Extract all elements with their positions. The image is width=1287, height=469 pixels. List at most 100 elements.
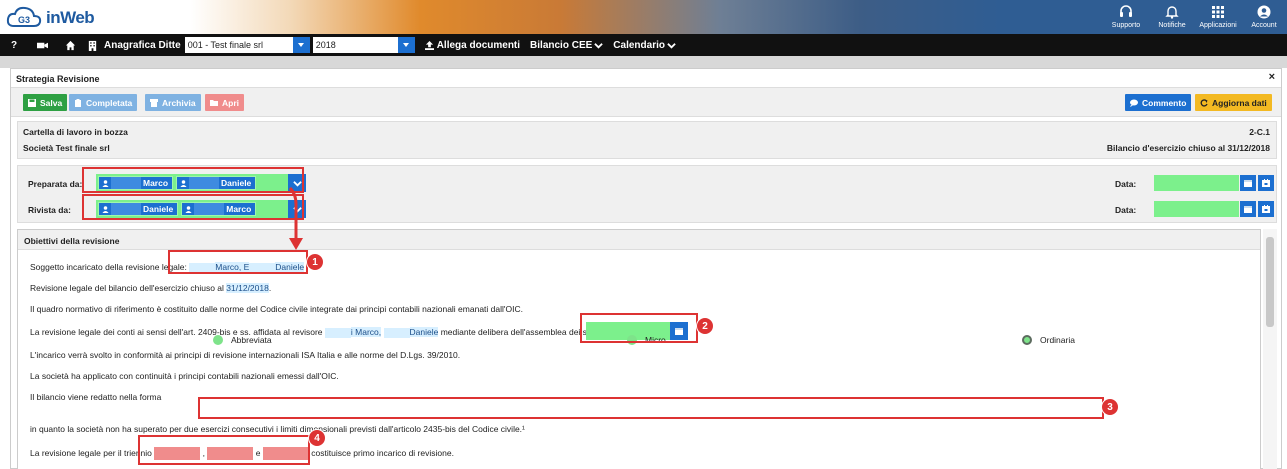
account-button[interactable]: Account xyxy=(1241,0,1287,34)
rivista-today-button[interactable] xyxy=(1258,201,1274,217)
annotation-rect-2 xyxy=(580,313,698,343)
support-button[interactable]: Supporto xyxy=(1103,0,1149,34)
radio-ordinaria-label: Ordinaria xyxy=(1040,335,1075,345)
obiettivi-header: Obiettivi della revisione xyxy=(18,230,1260,250)
caret-down-icon xyxy=(298,43,305,47)
annotation-arrow xyxy=(288,186,303,250)
top-actions: Supporto Notifiche Applicazioni Account xyxy=(1103,0,1287,34)
apps-button[interactable]: Applicazioni xyxy=(1195,0,1241,34)
preparata-date-label: Data: xyxy=(1115,179,1137,189)
chevron-down-icon xyxy=(667,42,676,49)
revisione-date: 31/12/2018 xyxy=(226,283,269,293)
completata-button[interactable]: Completata xyxy=(69,94,138,111)
main-navbar: ? Anagrafica Ditte 001 - Test finale srl… xyxy=(0,34,1287,56)
refresh-icon xyxy=(1200,98,1208,107)
bilancio-label: Bilancio CEE xyxy=(530,39,593,51)
salva-label: Salva xyxy=(40,97,63,108)
radio-abbreviata-label: Abbreviata xyxy=(231,335,272,345)
cloud-logo-icon: G3 xyxy=(6,6,42,27)
radio-abbreviata[interactable]: Abbreviata xyxy=(213,335,272,345)
apps-label: Applicazioni xyxy=(1199,22,1237,29)
video-button[interactable] xyxy=(28,34,56,56)
annotation-rect-preparata xyxy=(82,167,304,193)
notifications-button[interactable]: Notifiche xyxy=(1149,0,1195,34)
vertical-scrollbar[interactable] xyxy=(1263,229,1277,469)
video-camera-icon xyxy=(36,42,48,48)
status-text: Cartella di lavoro in bozza xyxy=(23,127,128,137)
save-icon xyxy=(28,98,36,107)
company-caret-button[interactable] xyxy=(292,37,310,53)
allega-documenti-link[interactable]: Allega documenti xyxy=(424,39,521,51)
allega-label: Allega documenti xyxy=(436,39,521,51)
obiettivi-title: Obiettivi della revisione xyxy=(24,236,120,246)
help-button[interactable]: ? xyxy=(0,34,28,56)
home-button[interactable] xyxy=(56,34,84,56)
account-icon xyxy=(1257,5,1271,19)
close-button[interactable]: × xyxy=(1269,71,1275,83)
year-caret-button[interactable] xyxy=(397,37,415,53)
apri-button[interactable]: Apri xyxy=(205,94,244,111)
company-text: Società Test finale srl xyxy=(23,143,110,153)
brand-header: G3 inWeb Supporto Notifiche Applicazioni… xyxy=(0,0,1287,34)
line-revisione-legale: Revisione legale del bilancio dell'eserc… xyxy=(30,283,271,293)
doc-code: 2-C.1 xyxy=(1249,127,1270,137)
page-background-strip xyxy=(0,56,1287,68)
archivia-label: Archivia xyxy=(162,97,196,108)
building-icon-wrap xyxy=(84,34,100,56)
preparata-date-field[interactable] xyxy=(1154,175,1239,191)
panel-toolbar: Salva Completata Archivia Apri Commento … xyxy=(11,87,1281,117)
calendar-check-icon xyxy=(1262,205,1270,213)
annotation-badge-4: 4 xyxy=(308,429,326,447)
rivista-calendar-button[interactable] xyxy=(1240,201,1256,217)
archivia-button[interactable]: Archivia xyxy=(145,94,201,111)
company-select-value: 001 - Test finale srl xyxy=(187,40,264,50)
year-select[interactable]: 2018 xyxy=(312,37,415,53)
bilancio-cee-menu[interactable]: Bilancio CEE xyxy=(530,39,604,51)
grid-icon xyxy=(1212,6,1224,18)
line-forma: Il bilancio viene redatto nella forma xyxy=(30,392,162,402)
calendario-label: Calendario xyxy=(613,39,665,51)
radio-dot[interactable] xyxy=(213,335,223,345)
radio-ordinaria[interactable]: Ordinaria xyxy=(1022,335,1075,345)
logo-text: inWeb xyxy=(46,8,95,27)
rivista-label: Rivista da: xyxy=(28,205,71,215)
triennio-post-text: costituisce primo incarico di revisione. xyxy=(311,447,454,458)
account-label: Account xyxy=(1251,22,1277,29)
calendar-check-icon xyxy=(1262,179,1270,187)
app-logo[interactable]: G3 inWeb xyxy=(6,4,110,30)
upload-icon xyxy=(424,40,434,50)
rivista-date-label: Data: xyxy=(1115,205,1137,215)
preparata-calendar-button[interactable] xyxy=(1240,175,1256,191)
anagrafica-label[interactable]: Anagrafica Ditte xyxy=(104,40,181,51)
line-limiti: in quanto la società non ha superato per… xyxy=(30,424,525,434)
help-label: ? xyxy=(10,39,18,51)
annotation-rect-4 xyxy=(138,435,310,465)
annotation-badge-2: 2 xyxy=(696,317,714,335)
calendar-icon xyxy=(1244,206,1252,213)
headset-icon xyxy=(1120,5,1132,17)
radio-dot-selected[interactable] xyxy=(1022,335,1032,345)
scrollbar-thumb[interactable] xyxy=(1266,237,1274,327)
annotation-rect-3 xyxy=(198,397,1104,419)
salva-button[interactable]: Salva xyxy=(23,94,68,111)
document-info: Cartella di lavoro in bozza Società Test… xyxy=(17,121,1277,159)
preparata-today-button[interactable] xyxy=(1258,175,1274,191)
commento-button[interactable]: Commento xyxy=(1125,94,1192,111)
company-select[interactable]: 001 - Test finale srl xyxy=(184,37,310,53)
rivista-date-field[interactable] xyxy=(1154,201,1239,217)
commento-label: Commento xyxy=(1142,97,1187,108)
revisione-dot: . xyxy=(268,283,272,293)
aggiorna-label: Aggiorna dati xyxy=(1212,97,1267,108)
calendario-menu[interactable]: Calendario xyxy=(613,40,676,51)
calendar-icon xyxy=(1244,180,1252,187)
comment-icon xyxy=(1130,99,1138,107)
logo-mark: G3 xyxy=(18,15,30,25)
annotation-rect-1 xyxy=(168,250,308,274)
panel-title: Strategia Revisione xyxy=(16,74,100,84)
notifications-label: Notifiche xyxy=(1158,22,1186,29)
annotation-badge-1: 1 xyxy=(306,253,324,271)
line-principi-contabili: La società ha applicato con continuità i… xyxy=(30,371,339,381)
caret-down-icon xyxy=(403,43,410,47)
aggiorna-dati-button[interactable]: Aggiorna dati xyxy=(1195,94,1272,111)
preparata-label: Preparata da: xyxy=(28,179,83,189)
